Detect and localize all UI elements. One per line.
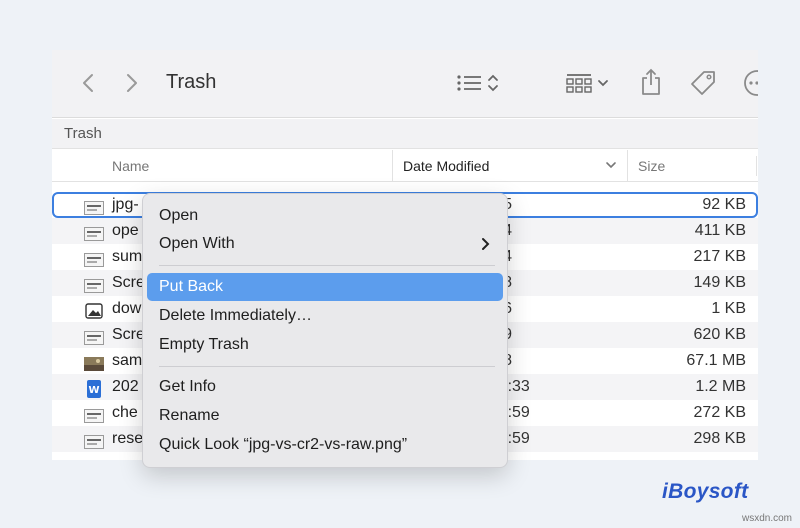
file-name: Scre — [112, 274, 145, 291]
path-bar: Trash — [52, 119, 758, 149]
chevron-right-icon — [481, 230, 491, 268]
file-size: 272 KB — [693, 404, 746, 421]
file-size: 1 KB — [711, 300, 746, 317]
menu-separator — [159, 265, 495, 266]
file-size: 92 KB — [702, 196, 746, 213]
file-size: 217 KB — [693, 248, 746, 265]
tag-icon — [691, 71, 715, 95]
column-divider — [756, 156, 757, 176]
file-size: 298 KB — [693, 430, 746, 447]
context-menu: Open Open With Put Back Delete Immediate… — [142, 193, 508, 468]
path-label: Trash — [64, 125, 102, 142]
ellipsis-circle-icon — [744, 70, 758, 96]
toolbar: Trash — [52, 50, 758, 118]
file-name: che — [112, 404, 138, 421]
menu-item-open-with[interactable]: Open With — [147, 230, 503, 258]
image-thumb-icon — [84, 432, 104, 449]
file-name: Scre — [112, 326, 145, 343]
file-name: 202 — [112, 378, 139, 395]
image-thumb-icon — [84, 276, 104, 293]
file-size: 1.2 MB — [695, 378, 746, 395]
file-name: sum — [112, 248, 143, 265]
group-grid-icon — [566, 74, 608, 93]
column-date-modified[interactable]: Date Modified — [392, 150, 628, 182]
word-doc-icon: W — [84, 380, 104, 398]
image-thumb-icon — [84, 406, 104, 423]
column-date-label: Date Modified — [403, 158, 490, 174]
share-button[interactable] — [636, 66, 666, 98]
brand-logo: iBoysoft — [662, 480, 749, 503]
file-size: 620 KB — [693, 326, 746, 343]
tag-button[interactable] — [688, 68, 718, 98]
file-name: ope — [112, 222, 139, 239]
back-button[interactable] — [78, 70, 98, 96]
file-size: 149 KB — [693, 274, 746, 291]
list-view-icon — [457, 74, 498, 92]
menu-item-quick-look[interactable]: Quick Look “jpg-vs-cr2-vs-raw.png” — [147, 431, 503, 459]
file-name: rese — [112, 430, 144, 447]
more-actions-button[interactable] — [742, 68, 758, 98]
watermark: wsxdn.com — [741, 513, 792, 524]
menu-item-open-with-label: Open With — [159, 235, 235, 252]
image-thumb-icon — [84, 198, 104, 215]
column-name[interactable]: Name — [112, 150, 149, 182]
image-thumb-icon — [84, 250, 104, 267]
column-size[interactable]: Size — [638, 150, 665, 182]
file-size: 411 KB — [694, 222, 746, 239]
photo-thumb-icon — [84, 354, 104, 371]
menu-item-get-info[interactable]: Get Info — [147, 373, 503, 401]
image-thumb-icon — [84, 224, 104, 241]
image-thumb-icon — [84, 328, 104, 345]
group-button[interactable] — [564, 70, 616, 96]
file-name: dow — [112, 300, 142, 317]
forward-button[interactable] — [122, 70, 142, 96]
window-title: Trash — [166, 71, 217, 93]
file-size: 67.1 MB — [686, 352, 746, 369]
picture-icon — [84, 302, 104, 319]
menu-item-rename[interactable]: Rename — [147, 402, 503, 430]
menu-item-open[interactable]: Open — [147, 202, 503, 230]
list-view-button[interactable] — [454, 70, 506, 96]
menu-item-delete-immediately[interactable]: Delete Immediately… — [147, 302, 503, 330]
file-name: sam — [112, 352, 143, 369]
svg-text:W: W — [88, 385, 99, 396]
chevron-down-icon — [605, 150, 617, 193]
menu-separator — [159, 366, 495, 367]
chevron-left-icon — [83, 74, 93, 92]
share-icon — [642, 68, 660, 95]
menu-item-empty-trash[interactable]: Empty Trash — [147, 331, 503, 359]
chevron-right-icon — [127, 74, 137, 92]
menu-item-put-back[interactable]: Put Back — [147, 273, 503, 301]
column-header: Name Date Modified Size — [52, 150, 758, 182]
file-name: jpg- — [112, 196, 139, 213]
